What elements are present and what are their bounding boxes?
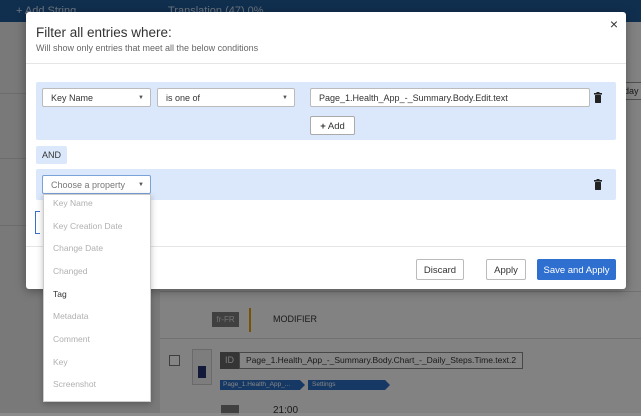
property-select-empty[interactable]: Choose a property ▼ <box>42 175 151 194</box>
dropdown-option: Metadata <box>53 311 89 321</box>
operator-select-value: is one of <box>166 93 201 103</box>
dialog-title: Filter all entries where: <box>36 25 172 40</box>
dropdown-option-tag[interactable]: Tag <box>53 289 67 299</box>
add-value-button[interactable]: + Add <box>310 116 355 135</box>
dialog-subtitle: Will show only entries that meet all the… <box>36 43 259 53</box>
operator-select[interactable]: is one of ▼ <box>157 88 295 107</box>
close-icon[interactable]: × <box>607 16 621 32</box>
trash-icon[interactable] <box>594 179 602 190</box>
dropdown-option: Change Date <box>53 243 104 253</box>
property-placeholder: Choose a property <box>51 180 126 190</box>
save-and-apply-button[interactable]: Save and Apply <box>537 259 616 280</box>
caret-down-icon: ▼ <box>138 182 144 188</box>
caret-down-icon: ▼ <box>282 95 288 101</box>
apply-button[interactable]: Apply <box>486 259 526 280</box>
dropdown-option: Changed <box>53 266 88 276</box>
add-condition-button[interactable] <box>35 211 40 234</box>
caret-down-icon: ▼ <box>138 95 144 101</box>
dropdown-option: Comment <box>53 334 90 344</box>
dropdown-option: Screenshot <box>53 379 96 389</box>
property-dropdown-menu: Key Name Key Creation Date Change Date C… <box>43 194 151 402</box>
add-value-label: Add <box>327 121 345 132</box>
condition-row-1: Key Name ▼ is one of ▼ Page_1.Health_App… <box>36 82 616 140</box>
and-conjunction: AND <box>36 146 67 164</box>
property-select[interactable]: Key Name ▼ <box>42 88 151 107</box>
trash-icon[interactable] <box>594 92 602 103</box>
dropdown-option: Key <box>53 357 68 367</box>
dropdown-option: Key Name <box>53 198 93 208</box>
discard-button[interactable]: Discard <box>416 259 464 280</box>
property-select-value: Key Name <box>51 93 94 103</box>
value-input[interactable]: Page_1.Health_App_-_Summary.Body.Edit.te… <box>310 88 590 107</box>
plus-icon: + <box>320 121 326 132</box>
dropdown-option: Key Creation Date <box>53 221 123 231</box>
